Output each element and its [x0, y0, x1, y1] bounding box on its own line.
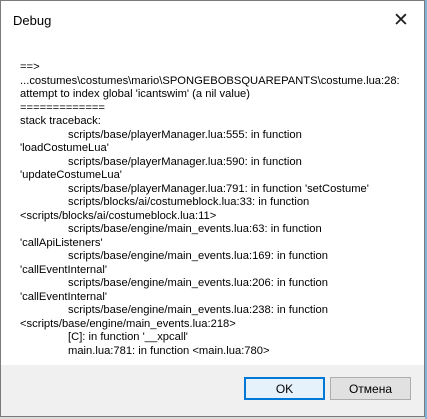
trace-line: scripts/base/playerManager.lua:791: in f… — [68, 182, 369, 195]
stack-trace-text: ==> ...costumes\costumes\mario\SPONGEBOBS… — [20, 61, 418, 358]
button-bar: OK Отмена — [1, 365, 424, 416]
close-button[interactable]: ✕ — [378, 1, 424, 39]
window-title: Debug — [13, 12, 52, 28]
trace-line: 'callEventInternal' — [20, 263, 107, 276]
trace-line: 'callEventInternal' — [20, 290, 107, 303]
title-bar: Debug ✕ — [1, 1, 424, 39]
trace-line: 'callApiListeners' — [20, 236, 103, 249]
trace-line: <scripts/base/engine/main_events.lua:218… — [20, 317, 236, 330]
trace-line: scripts/base/playerManager.lua:590: in f… — [68, 155, 302, 168]
trace-line: 'updateCostumeLua' — [20, 169, 122, 181]
trace-line: 'loadCostumeLua' — [20, 142, 109, 154]
trace-line: scripts/base/engine/main_events.lua:238:… — [68, 304, 328, 316]
trace-line: attempt to index global 'icantswim' (a n… — [20, 88, 250, 100]
trace-line: ============= — [20, 101, 105, 114]
trace-line: <scripts/blocks/ai/costumeblock.lua:11> — [20, 209, 217, 222]
ok-button[interactable]: OK — [244, 377, 325, 400]
trace-line: ==> — [20, 61, 40, 73]
trace-line: stack traceback: — [20, 115, 101, 127]
trace-line: main.lua:781: in function <main.lua:780> — [68, 344, 270, 357]
close-icon: ✕ — [393, 9, 409, 31]
trace-line: scripts/base/engine/main_events.lua:206:… — [68, 277, 328, 289]
cancel-button[interactable]: Отмена — [330, 377, 411, 400]
trace-line: scripts/base/engine/main_events.lua:63: … — [68, 223, 322, 235]
trace-line: [C]: in function '__xpcall' — [68, 331, 188, 343]
trace-line: scripts/blocks/ai/costumeblock.lua:33: i… — [68, 196, 310, 208]
trace-line: scripts/base/playerManager.lua:555: in f… — [68, 128, 302, 141]
trace-line: ...costumes\costumes\mario\SPONGEBOBSQUA… — [20, 74, 400, 87]
trace-line: scripts/base/engine/main_events.lua:169:… — [68, 250, 328, 262]
message-area: ==> ...costumes\costumes\mario\SPONGEBOBS… — [1, 39, 424, 365]
debug-dialog: Debug ✕ ==> ...costumes\costumes\mario\SP… — [0, 0, 425, 417]
